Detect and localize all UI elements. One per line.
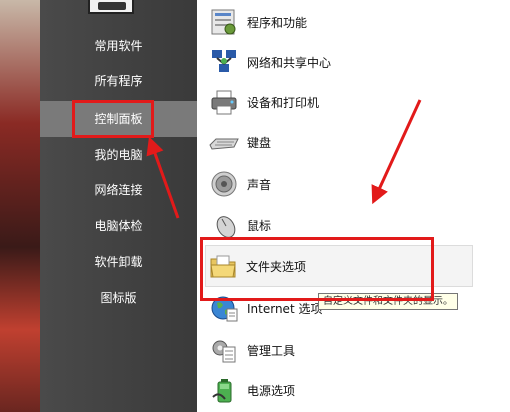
cp-item-label: 设备和打印机	[247, 95, 320, 110]
cp-item-sound[interactable]: 声音	[207, 164, 472, 204]
control-panel-list: 程序和功能 网络和共享中心 设备和打印机 键盘 声音 鼠标 文件夹选项 Inte…	[197, 0, 477, 412]
cp-item-label: 程序和功能	[247, 15, 308, 30]
admin-tools-icon	[207, 333, 241, 367]
speaker-icon	[207, 167, 241, 201]
cp-item-label: Internet 选项	[247, 301, 323, 316]
cp-item-label: 网络和共享中心	[247, 55, 332, 70]
cp-item-keyboard[interactable]: 键盘	[207, 122, 472, 162]
desktop-background	[0, 0, 40, 412]
menu-item-my-computer[interactable]: 我的电脑	[40, 137, 197, 173]
cp-item-power-options[interactable]: 电源选项	[207, 370, 472, 410]
start-menu-left-panel: 常用软件 所有程序 控制面板 我的电脑 网络连接 电脑体检 软件卸载 图标版	[40, 0, 197, 412]
menu-item-network-connection[interactable]: 网络连接	[40, 172, 197, 208]
menu-item-uninstall[interactable]: 软件卸载	[40, 244, 197, 280]
annotation-box-folder-options	[200, 237, 434, 301]
battery-icon	[207, 373, 241, 407]
cp-item-devices-printers[interactable]: 设备和打印机	[207, 82, 472, 122]
menu-item-pc-checkup[interactable]: 电脑体检	[40, 208, 197, 244]
cp-item-programs[interactable]: 程序和功能	[207, 2, 472, 42]
menu-item-common-software[interactable]: 常用软件	[40, 28, 197, 64]
printer-icon	[207, 85, 241, 119]
menu-item-icon-view[interactable]: 图标版	[40, 280, 197, 316]
cp-item-label: 鼠标	[247, 218, 272, 233]
network-icon	[207, 45, 241, 79]
user-thumbnail	[88, 0, 134, 14]
cp-item-label: 电源选项	[247, 383, 296, 398]
cp-item-label: 键盘	[247, 135, 272, 150]
cp-item-admin-tools[interactable]: 管理工具	[207, 330, 472, 370]
cp-item-label: 管理工具	[247, 343, 296, 358]
cp-item-network-sharing[interactable]: 网络和共享中心	[207, 42, 472, 82]
panel-edge	[477, 0, 510, 412]
keyboard-icon	[207, 125, 241, 159]
annotation-box-control-panel	[72, 100, 154, 138]
programs-icon	[207, 5, 241, 39]
cp-item-label: 声音	[247, 177, 272, 192]
menu-item-all-programs[interactable]: 所有程序	[40, 63, 197, 99]
